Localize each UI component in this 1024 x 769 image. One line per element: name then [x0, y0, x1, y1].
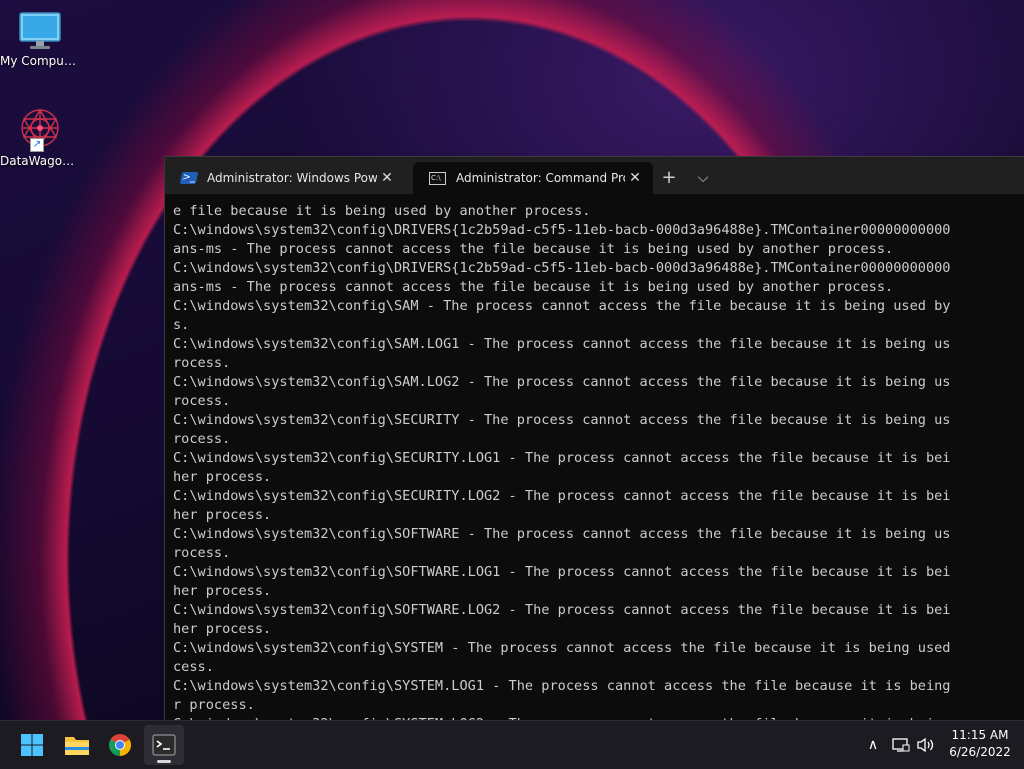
console-line: C:\windows\system32\config\SYSTEM - The …	[173, 640, 951, 656]
console-line: s.	[173, 317, 190, 333]
shortcut-arrow-icon: ↗	[30, 138, 44, 152]
console-line: cess.	[173, 659, 214, 675]
tab-powershell[interactable]: >_ Administrator: Windows PowerS ✕	[165, 162, 405, 194]
console-line: C:\windows\system32\config\SOFTWARE.LOG1…	[173, 564, 951, 580]
network-icon	[892, 738, 910, 752]
tab-title: Administrator: Windows PowerS	[207, 171, 377, 185]
volume-button[interactable]	[914, 721, 938, 769]
console-line: ans-ms - The process cannot access the f…	[173, 241, 894, 257]
tab-bar: >_ Administrator: Windows PowerS ✕ C:\ A…	[165, 157, 1024, 194]
console-line: C:\windows\system32\config\SECURITY - Th…	[173, 412, 951, 428]
desktop-icon-my-computer[interactable]: My Computer	[0, 8, 80, 68]
tab-title: Administrator: Command Promp	[456, 171, 625, 185]
clock-date: 6/26/2022	[949, 745, 1011, 759]
console-line: C:\windows\system32\config\SECURITY.LOG2…	[173, 488, 951, 504]
console-line: C:\windows\system32\config\SOFTWARE - Th…	[173, 526, 951, 542]
file-explorer-button[interactable]	[57, 725, 97, 765]
monitor-icon	[19, 12, 61, 49]
console-line: her process.	[173, 507, 272, 523]
network-button[interactable]	[890, 721, 912, 769]
clock-time: 11:15 AM	[951, 728, 1009, 742]
terminal-icon	[152, 734, 176, 756]
terminal-window[interactable]: >_ Administrator: Windows PowerS ✕ C:\ A…	[164, 156, 1024, 721]
terminal-taskbar-button[interactable]	[144, 725, 184, 765]
console-line: C:\windows\system32\config\SAM.LOG1 - Th…	[173, 336, 951, 352]
console-line: C:\windows\system32\config\SAM - The pro…	[173, 298, 951, 314]
chrome-icon	[109, 734, 131, 756]
console-line: her process.	[173, 583, 272, 599]
tab-command-prompt[interactable]: C:\ Administrator: Command Promp ✕	[413, 162, 653, 194]
command-prompt-icon: C:\	[429, 171, 446, 185]
console-line: C:\windows\system32\config\SAM.LOG2 - Th…	[173, 374, 951, 390]
show-hidden-icons-button[interactable]: ∧	[862, 721, 884, 769]
desktop-icon-datawagon[interactable]: ↗ DataWagon...	[0, 106, 80, 168]
chevron-up-icon: ∧	[867, 737, 879, 753]
console-line: her process.	[173, 469, 272, 485]
speaker-icon	[917, 737, 934, 753]
console-line: ans-ms - The process cannot access the f…	[173, 279, 894, 295]
console-line: C:\windows\system32\config\SOFTWARE.LOG2…	[173, 602, 951, 618]
console-line: rocess.	[173, 355, 231, 371]
console-line: rocess.	[173, 393, 231, 409]
chevron-down-icon[interactable]: ⌵	[689, 165, 717, 191]
console-output[interactable]: e file because it is being used by anoth…	[173, 202, 1024, 721]
console-line: rocess.	[173, 545, 231, 561]
console-line: her process.	[173, 621, 272, 637]
console-line: e file because it is being used by anoth…	[173, 203, 591, 219]
new-tab-button[interactable]: +	[655, 165, 683, 191]
console-line: r process.	[173, 697, 255, 713]
console-line: rocess.	[173, 431, 231, 447]
close-icon[interactable]: ✕	[625, 170, 645, 186]
start-button[interactable]	[12, 725, 52, 765]
windows-logo-icon	[21, 734, 43, 756]
console-line: C:\windows\system32\config\SECURITY.LOG1…	[173, 450, 951, 466]
close-icon[interactable]: ✕	[377, 170, 397, 186]
taskbar: ∧ 11:15 AM 6/26/2022	[0, 720, 1024, 769]
chrome-button[interactable]	[100, 725, 140, 765]
folder-icon	[65, 737, 89, 755]
console-line: C:\windows\system32\config\SYSTEM.LOG1 -…	[173, 678, 951, 694]
powershell-icon: >_	[179, 172, 199, 184]
console-line: C:\windows\system32\config\DRIVERS{1c2b5…	[173, 222, 951, 238]
active-indicator	[157, 760, 171, 763]
desktop-icon-label: My Computer	[0, 54, 80, 68]
system-clock[interactable]: 11:15 AM 6/26/2022	[940, 727, 1020, 761]
console-line: C:\windows\system32\config\DRIVERS{1c2b5…	[173, 260, 951, 276]
desktop-icon-label: DataWagon...	[0, 154, 80, 168]
